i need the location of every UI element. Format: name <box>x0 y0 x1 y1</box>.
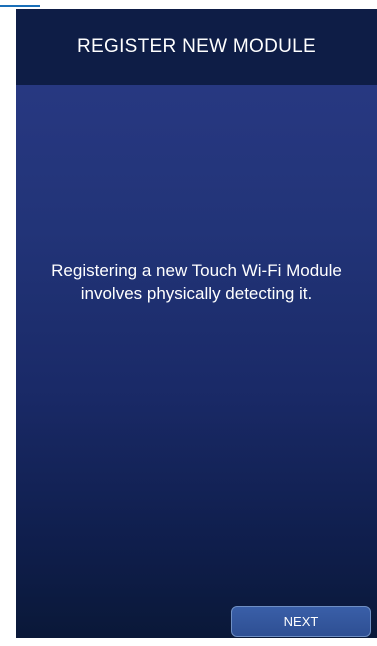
device-screen: REGISTER NEW MODULE Registering a new To… <box>16 9 377 638</box>
page-title: REGISTER NEW MODULE <box>77 36 316 57</box>
next-button[interactable]: NEXT <box>231 606 371 637</box>
title-bar: REGISTER NEW MODULE <box>16 9 377 85</box>
corner-accent-mark <box>0 0 40 7</box>
instruction-message: Registering a new Touch Wi-Fi Module inv… <box>51 261 342 303</box>
